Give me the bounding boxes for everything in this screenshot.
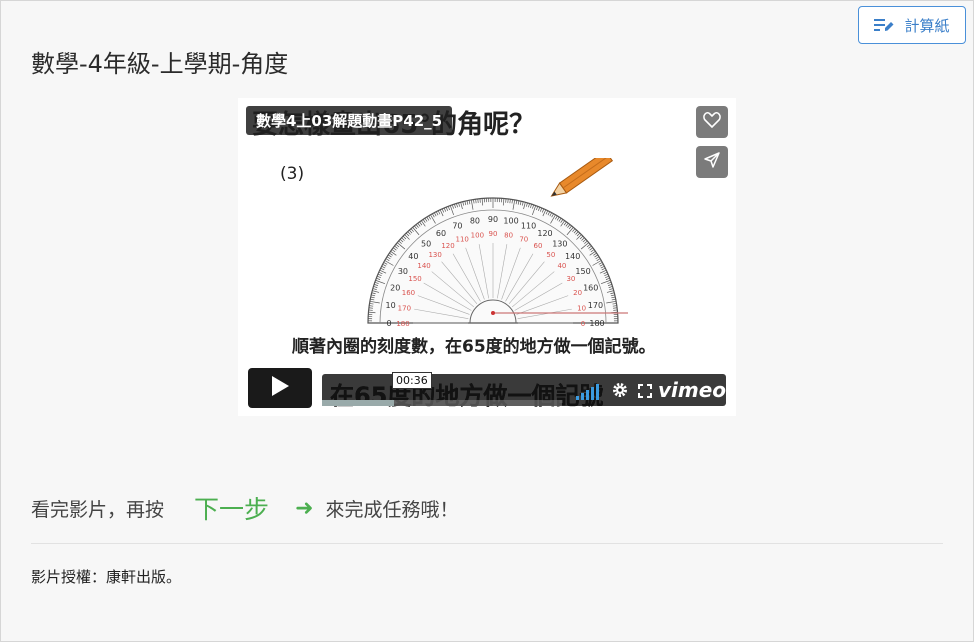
- share-button[interactable]: [696, 146, 728, 178]
- next-step-prompt: 看完影片，再按 下一步 ➜ 來完成任務哦！: [31, 490, 458, 526]
- settings-button[interactable]: [612, 382, 628, 402]
- problem-number: (3): [280, 164, 305, 184]
- protractor-inner-label: 150: [408, 275, 421, 283]
- time-display: 00:36: [392, 372, 432, 389]
- arrow-right-icon: ➜: [295, 495, 314, 521]
- progress-fill: [322, 400, 394, 406]
- player-controls: 在65度的地方做一個記號 00:36 vimeo: [248, 368, 726, 410]
- volume-button[interactable]: [576, 384, 599, 400]
- protractor-outer-label: 40: [408, 252, 418, 261]
- protractor-outer-label: 60: [436, 229, 446, 238]
- scratch-paper-button[interactable]: 計算紙: [858, 6, 966, 44]
- protractor-inner-label: 40: [557, 262, 566, 270]
- next-step-link[interactable]: 下一步: [194, 490, 269, 526]
- video-title[interactable]: 數學4上03解題動畫P42_5: [246, 106, 453, 135]
- protractor-inner-label: 80: [504, 231, 513, 239]
- protractor-inner-label: 140: [417, 262, 430, 270]
- video-instruction-text: 順著內圈的刻度數，在65度的地方做一個記號。: [292, 337, 656, 357]
- protractor-inner-label: 50: [546, 251, 555, 259]
- heart-icon: [703, 112, 721, 132]
- protractor-outer-label: 130: [552, 239, 567, 248]
- vimeo-logo[interactable]: vimeo: [658, 378, 726, 402]
- protractor-outer-label: 160: [583, 283, 598, 292]
- protractor-illustration: 01020304050607080 90 100110120130140150160…: [367, 158, 628, 328]
- progress-bar[interactable]: [322, 400, 562, 406]
- video-player[interactable]: 要怎樣畫出65°的角呢？ 數學4上03解題動畫P42_5 (3) 0102030…: [238, 98, 736, 416]
- protractor-outer-label: 20: [390, 283, 400, 292]
- protractor-outer-label: 30: [398, 267, 408, 276]
- protractor-outer-label: 50: [421, 239, 431, 248]
- fullscreen-icon: [638, 383, 652, 402]
- volume-icon: [576, 396, 579, 400]
- protractor-outer-label: 90: [488, 215, 498, 224]
- protractor-outer-label: 100: [503, 217, 518, 226]
- play-button[interactable]: [248, 368, 312, 408]
- protractor-outer-label: 180: [589, 319, 604, 328]
- protractor-outer-label: 140: [565, 252, 580, 261]
- protractor-outer-label: 110: [521, 221, 536, 230]
- protractor-outer-label: 120: [537, 229, 552, 238]
- page-title: 數學-4年級-上學期-角度: [31, 50, 289, 78]
- protractor-inner-label: 60: [534, 242, 543, 250]
- play-icon: [270, 375, 290, 401]
- protractor-inner-label: 20: [573, 289, 582, 297]
- protractor-inner-label: 10: [577, 304, 586, 312]
- video-credit: 影片授權：康軒出版。: [31, 568, 182, 586]
- fullscreen-button[interactable]: [638, 383, 652, 402]
- divider: [31, 543, 943, 544]
- protractor-inner-label: 180: [396, 320, 409, 328]
- note-pencil-icon: [874, 17, 894, 33]
- control-bar: 在65度的地方做一個記號 00:36 vimeo: [322, 372, 726, 410]
- protractor-inner-label: 110: [456, 235, 469, 243]
- protractor-inner-label: 120: [441, 242, 454, 250]
- protractor-inner-label: 100: [471, 231, 484, 239]
- protractor-inner-label: 170: [398, 304, 411, 312]
- gear-icon: [612, 383, 628, 402]
- protractor-inner-label: 90: [489, 230, 498, 238]
- pencil-illustration: [550, 158, 614, 197]
- protractor-outer-label: 170: [588, 301, 603, 310]
- next-prompt-after: 來完成任務哦！: [325, 498, 459, 521]
- next-prompt-before: 看完影片，再按: [31, 498, 165, 521]
- protractor-outer-label: 70: [452, 221, 462, 230]
- protractor-inner-label: 130: [428, 251, 441, 259]
- protractor-inner-label: 160: [402, 289, 415, 297]
- protractor-inner-label: 0: [581, 320, 585, 328]
- like-button[interactable]: [696, 106, 728, 138]
- protractor-outer-label: 10: [385, 301, 395, 310]
- scratch-paper-label: 計算紙: [904, 16, 950, 35]
- protractor-inner-label: 30: [566, 275, 575, 283]
- protractor-outer-label: 150: [575, 267, 590, 276]
- send-icon: [703, 151, 721, 173]
- protractor-inner-label: 70: [519, 235, 528, 243]
- protractor-outer-label: 80: [470, 217, 480, 226]
- protractor-outer-label: 0: [386, 319, 391, 328]
